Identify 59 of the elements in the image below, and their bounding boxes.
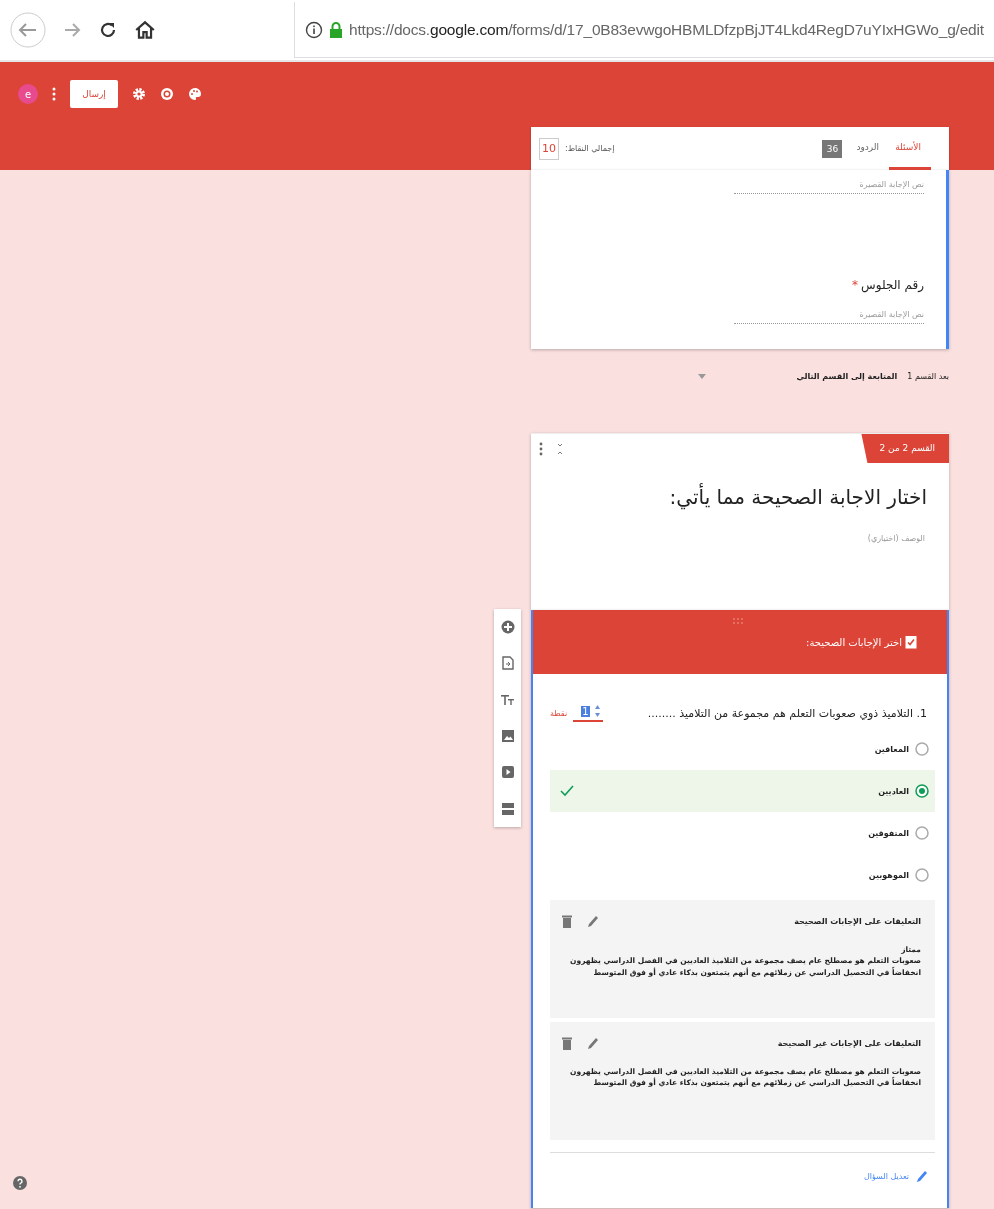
image-icon[interactable] xyxy=(500,729,515,744)
answer-option[interactable]: العاديين xyxy=(550,770,935,812)
collapse-icon[interactable] xyxy=(557,442,563,455)
section-icon[interactable] xyxy=(500,801,515,816)
pencil-icon[interactable] xyxy=(586,1036,598,1050)
edit-question-link[interactable]: تعديل السؤال xyxy=(863,1169,927,1183)
url-text: https://docs.google.com/forms/d/17_0B83evwgoHBMLDfzpBjJT4Lkd4RegD7uYIxHGWo_g/edit xyxy=(349,20,984,39)
count-badge: 36 xyxy=(822,139,843,158)
caret-icon[interactable] xyxy=(698,373,707,379)
question-text: 1. التلاميذ ذوي صعوبات التعلم هم مجموعة من التلاميذ ........ xyxy=(647,706,927,720)
question-title: رقم الجلوس xyxy=(861,278,924,292)
text-size-icon[interactable] xyxy=(500,692,515,707)
points-field[interactable]: 1 xyxy=(573,704,603,722)
add-icon[interactable] xyxy=(500,620,515,635)
clipboard-check-icon xyxy=(905,635,917,649)
pencil-icon[interactable] xyxy=(586,914,598,928)
points-label: نقطة xyxy=(550,708,568,718)
required-mark: * xyxy=(852,278,859,292)
radio-icon[interactable] xyxy=(915,784,929,798)
total-points-label: إجمالي النقاط: xyxy=(565,144,615,153)
radio-icon[interactable] xyxy=(915,868,929,882)
trash-icon[interactable] xyxy=(562,1036,572,1050)
info-icon[interactable] xyxy=(305,20,323,39)
more-icon[interactable] xyxy=(539,441,543,456)
answer-option[interactable]: الموهوبين xyxy=(550,854,935,896)
more-icon[interactable] xyxy=(52,87,56,101)
pencil-icon xyxy=(915,1169,927,1183)
section-badge: القسم 2 من 2 xyxy=(861,434,949,463)
section-title: اختار الاجابة الصحيحة مما يأتي: xyxy=(668,482,928,509)
feedback-title: التعليقات على الإجابات الصحيحة xyxy=(794,916,921,926)
description-field: الوصف (اختياري) xyxy=(723,533,927,544)
feedback-title: التعليقات على الإجابات غير الصحيحة xyxy=(777,1038,921,1048)
send-button[interactable]: إرسال xyxy=(70,80,118,108)
palette-icon[interactable] xyxy=(188,87,202,101)
drag-handle-icon[interactable] xyxy=(733,618,743,624)
lock-icon xyxy=(329,20,343,39)
answer-key-title: اختر الإجابات الصحيحة: xyxy=(806,636,902,648)
checkmark-icon xyxy=(560,785,574,797)
total-points-value: 10 xyxy=(539,137,559,160)
help-icon[interactable] xyxy=(13,1176,27,1190)
trash-icon[interactable] xyxy=(562,914,572,928)
avatar[interactable]: e xyxy=(18,84,38,104)
tab[interactable]: الردود xyxy=(846,127,889,170)
video-icon[interactable] xyxy=(500,765,515,780)
after-section-label: بعد القسم 1 xyxy=(907,371,949,381)
answer-option[interactable]: المتفوقين xyxy=(550,812,935,854)
short-answer-field: نص الإجابة القصيرة xyxy=(734,176,924,194)
target-icon[interactable] xyxy=(160,87,174,101)
back-icon[interactable] xyxy=(10,12,46,48)
short-answer-field: نص الإجابة القصيرة xyxy=(734,306,924,324)
home-icon[interactable] xyxy=(134,19,156,41)
radio-icon[interactable] xyxy=(915,742,929,756)
settings-icon[interactable] xyxy=(132,87,146,101)
reload-icon[interactable] xyxy=(98,20,118,40)
radio-icon[interactable] xyxy=(915,826,929,840)
answer-option[interactable]: المعاقين xyxy=(550,728,935,770)
spinner-icon[interactable] xyxy=(593,704,601,718)
import-icon[interactable] xyxy=(501,656,514,671)
next-section-dropdown[interactable]: المتابعة إلى القسم التالي xyxy=(796,371,898,381)
